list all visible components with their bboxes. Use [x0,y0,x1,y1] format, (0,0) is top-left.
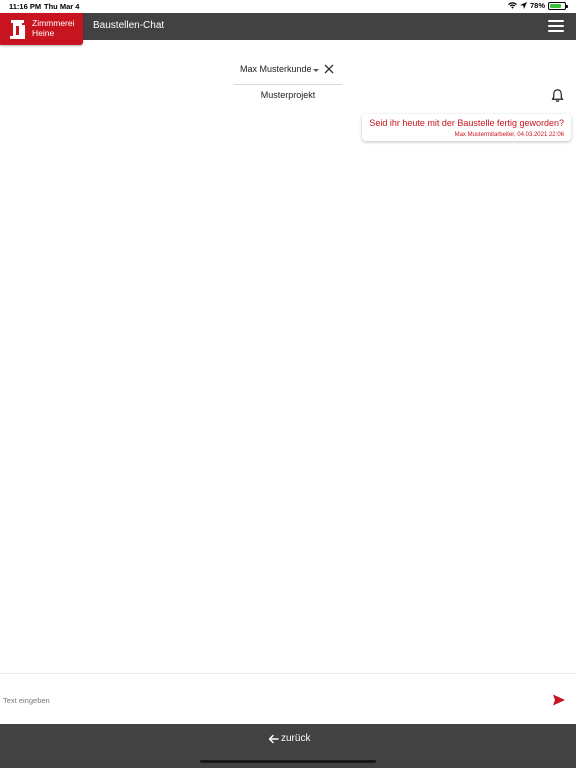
back-button[interactable]: zurück [268,733,310,744]
status-date: Thu Mar 4 [44,2,80,11]
chevron-down-icon [313,69,319,72]
brand-name: Zimmmerei Heine [32,18,75,38]
message-composer [0,673,576,725]
page-title: Baustellen-Chat [93,20,165,31]
customer-select-value: Max Musterkunde [240,64,312,74]
chat-message-text: Seid ihr heute mit der Baustelle fertig … [369,118,564,128]
send-icon[interactable] [552,693,566,707]
chat-message-meta: Max Mustermitarbeiter, 04.03.2021 22:06 [454,132,564,138]
close-icon[interactable] [323,63,335,75]
location-arrow-icon [519,2,527,9]
back-button-label: zurück [281,733,311,744]
brand-line-2: Heine [32,28,55,38]
status-icons: 78% [508,1,568,10]
brand-logo[interactable]: Zimmmerei Heine [0,13,83,45]
brand-line-1: Zimmmerei [32,18,75,28]
project-label: Musterprojekt [260,90,316,100]
hamburger-menu-icon[interactable] [548,20,564,33]
message-input[interactable] [0,688,525,712]
status-bar: 11:16 PM Thu Mar 4 78% [0,0,576,13]
arrow-left-icon [268,734,279,743]
battery-icon [548,1,568,10]
building-logo-icon [10,20,25,39]
status-time: 11:16 PM [9,2,42,11]
chat-message: Seid ihr heute mit der Baustelle fertig … [362,114,571,141]
battery-percent: 78% [529,1,545,10]
home-indicator [200,760,376,763]
app-header: Zimmmerei Heine Baustellen-Chat [0,13,576,45]
bottom-bar: zurück [0,724,576,768]
wifi-icon [508,2,517,9]
battery-fill [550,3,561,8]
bell-icon[interactable] [550,88,565,103]
